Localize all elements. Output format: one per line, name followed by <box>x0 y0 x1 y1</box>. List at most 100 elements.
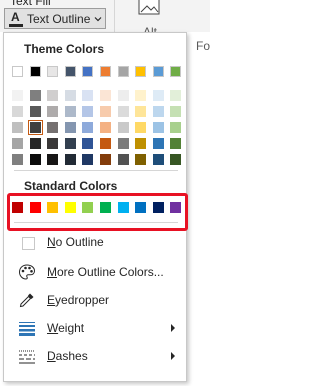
theme-color-swatch[interactable] <box>100 66 111 77</box>
standard-color-swatch[interactable] <box>117 202 129 213</box>
theme-color-tint-swatch[interactable] <box>47 90 59 101</box>
no-outline-label: No Outline <box>47 235 104 249</box>
theme-color-swatch[interactable] <box>12 66 23 77</box>
no-outline-swatch-icon <box>22 237 35 250</box>
dashes-menu-item[interactable]: Dashes <box>4 343 188 369</box>
theme-color-tint-swatch[interactable] <box>12 138 23 149</box>
theme-color-tint-swatch[interactable] <box>135 106 147 117</box>
theme-color-tint-swatch[interactable] <box>135 90 147 101</box>
theme-color-tint-swatch[interactable] <box>47 106 59 117</box>
color-palette-icon <box>18 264 36 280</box>
text-outline-label: Text Outline <box>27 11 91 26</box>
submenu-arrow-icon <box>171 352 175 360</box>
theme-color-tint-swatch[interactable] <box>29 106 41 117</box>
standard-colors-title: Standard Colors <box>24 179 118 193</box>
theme-color-tint-swatch[interactable] <box>152 106 164 117</box>
theme-color-tint-swatch[interactable] <box>64 138 76 149</box>
theme-color-tint-swatch[interactable] <box>170 154 182 165</box>
more-outline-colors-label: More Outline Colors... <box>47 265 164 279</box>
theme-color-tint-swatch[interactable] <box>82 138 94 149</box>
theme-color-swatch[interactable] <box>29 66 41 77</box>
theme-color-swatch[interactable] <box>64 66 76 77</box>
standard-color-swatch[interactable] <box>64 202 76 213</box>
screen: Text Fill A Text Outline Alt Fo Theme Co… <box>0 0 210 386</box>
weight-label: Weight <box>47 321 85 335</box>
standard-color-swatch[interactable] <box>170 202 182 213</box>
ribbon: Text Fill A Text Outline Alt <box>0 0 210 39</box>
divider <box>14 222 178 223</box>
theme-color-swatch[interactable] <box>170 66 182 77</box>
theme-color-tint-swatch[interactable] <box>170 138 182 149</box>
eyedropper-menu-item[interactable]: Eyedropper <box>4 287 188 313</box>
standard-color-swatch[interactable] <box>135 202 147 213</box>
theme-color-tint-swatch[interactable] <box>135 122 147 133</box>
divider <box>14 170 178 171</box>
theme-color-tint-swatch[interactable] <box>117 90 129 101</box>
theme-color-tint-swatch[interactable] <box>29 154 41 165</box>
theme-color-tint-swatch[interactable] <box>47 154 59 165</box>
theme-color-swatch[interactable] <box>135 66 147 77</box>
theme-color-tint-swatch[interactable] <box>100 90 111 101</box>
theme-color-tint-swatch[interactable] <box>64 106 76 117</box>
standard-color-swatch[interactable] <box>47 202 59 213</box>
theme-colors-title: Theme Colors <box>24 42 105 56</box>
standard-color-swatch[interactable] <box>12 202 23 213</box>
theme-color-tint-swatch[interactable] <box>12 154 23 165</box>
theme-color-tint-swatch[interactable] <box>82 122 94 133</box>
theme-color-tint-swatch[interactable] <box>100 122 111 133</box>
theme-color-swatch[interactable] <box>82 66 94 77</box>
theme-color-tint-swatch[interactable] <box>82 106 94 117</box>
theme-color-tint-swatch[interactable] <box>135 154 147 165</box>
theme-color-tint-swatch[interactable] <box>117 106 129 117</box>
theme-color-tint-swatch[interactable] <box>152 122 164 133</box>
line-weight-icon <box>19 322 35 336</box>
theme-color-tint-swatch[interactable] <box>29 90 41 101</box>
dash-style-icon <box>19 350 35 364</box>
theme-color-tint-swatch[interactable] <box>152 90 164 101</box>
theme-color-tint-swatch[interactable] <box>27 120 43 135</box>
weight-menu-item[interactable]: Weight <box>4 315 188 341</box>
theme-color-tint-swatch[interactable] <box>47 122 59 133</box>
theme-color-tint-swatch[interactable] <box>64 90 76 101</box>
theme-color-swatch[interactable] <box>117 66 129 77</box>
theme-color-tint-swatch[interactable] <box>100 154 111 165</box>
text-outline-dropdown: Theme Colors Standard Colors No Outline … <box>3 32 187 382</box>
theme-color-tint-swatch[interactable] <box>100 106 111 117</box>
theme-color-tint-swatch[interactable] <box>117 154 129 165</box>
theme-color-tint-swatch[interactable] <box>152 138 164 149</box>
theme-color-tint-swatch[interactable] <box>64 154 76 165</box>
standard-color-swatch[interactable] <box>29 202 41 213</box>
no-outline-menu-item[interactable]: No Outline <box>4 229 188 255</box>
theme-color-tint-swatch[interactable] <box>152 154 164 165</box>
theme-color-tint-swatch[interactable] <box>117 122 129 133</box>
more-outline-colors-menu-item[interactable]: More Outline Colors... <box>4 259 188 285</box>
format-label-partial: Fo <box>196 39 211 53</box>
theme-color-swatch[interactable] <box>152 66 164 77</box>
standard-color-swatch[interactable] <box>152 202 164 213</box>
standard-color-swatch[interactable] <box>100 202 111 213</box>
theme-color-tint-swatch[interactable] <box>47 138 59 149</box>
theme-color-tint-swatch[interactable] <box>82 90 94 101</box>
theme-color-tint-swatch[interactable] <box>64 122 76 133</box>
text-fill-button-label[interactable]: Text Fill <box>10 0 51 8</box>
theme-color-tint-swatch[interactable] <box>12 106 23 117</box>
text-outline-icon: A <box>9 10 23 27</box>
text-outline-button[interactable]: A Text Outline <box>4 8 106 29</box>
theme-color-tint-swatch[interactable] <box>135 138 147 149</box>
theme-color-tint-swatch[interactable] <box>170 106 182 117</box>
theme-color-tint-swatch[interactable] <box>12 90 23 101</box>
theme-color-tint-swatch[interactable] <box>170 90 182 101</box>
submenu-arrow-icon <box>171 324 175 332</box>
theme-color-tint-swatch[interactable] <box>12 122 23 133</box>
alt-text-icon[interactable] <box>134 0 164 22</box>
theme-color-swatch[interactable] <box>47 66 59 77</box>
theme-color-tint-swatch[interactable] <box>29 138 41 149</box>
eyedropper-label: Eyedropper <box>47 293 110 307</box>
theme-color-tint-swatch[interactable] <box>170 122 182 133</box>
theme-color-tint-swatch[interactable] <box>100 138 111 149</box>
chevron-down-icon <box>94 16 102 21</box>
dashes-label: Dashes <box>47 349 88 363</box>
theme-color-tint-swatch[interactable] <box>82 154 94 165</box>
standard-color-swatch[interactable] <box>82 202 94 213</box>
theme-color-tint-swatch[interactable] <box>117 138 129 149</box>
